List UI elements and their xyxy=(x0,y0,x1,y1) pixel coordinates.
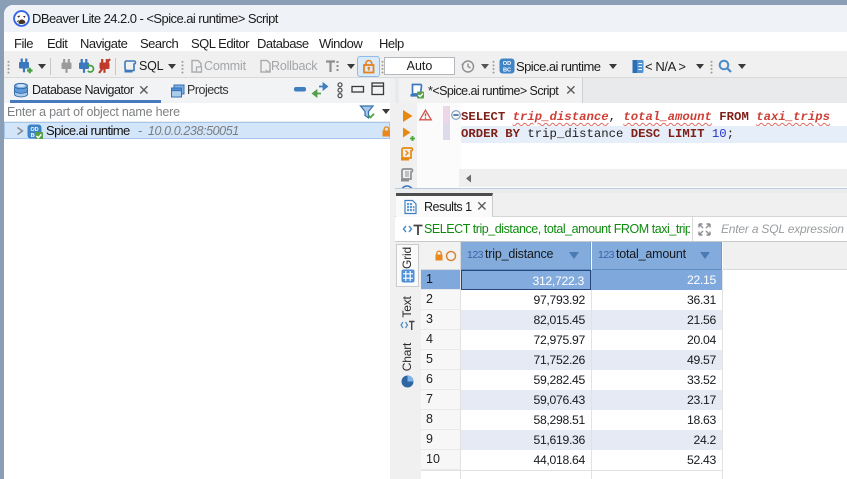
svg-text:OD: OD xyxy=(503,61,511,67)
svg-text:OD: OD xyxy=(30,126,38,132)
svg-text:BC: BC xyxy=(503,68,511,74)
